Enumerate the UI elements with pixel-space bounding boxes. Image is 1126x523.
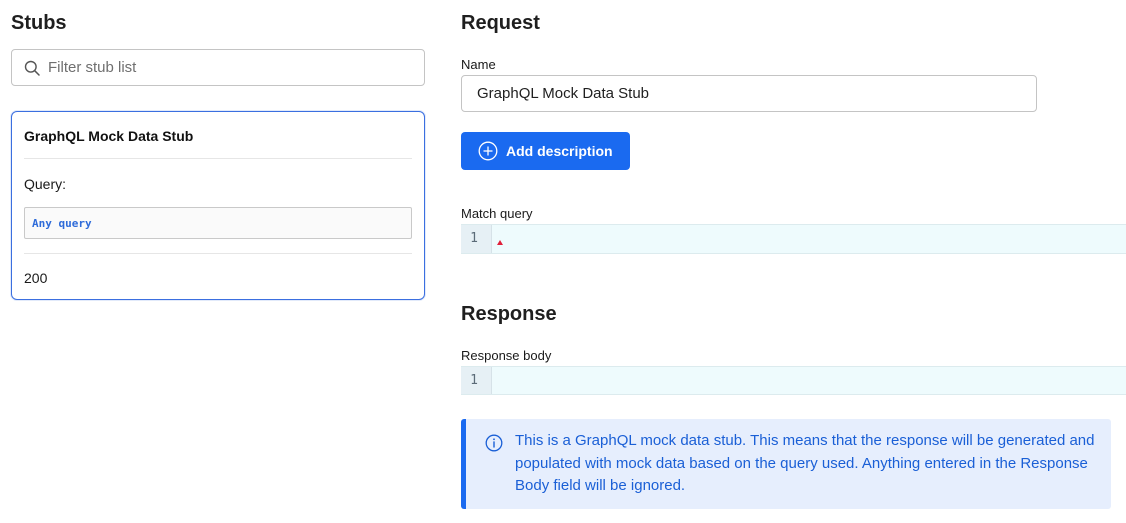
name-input[interactable]: [461, 75, 1037, 112]
stub-editor-panel: Request Name Add description Match query…: [461, 0, 1126, 523]
stub-card[interactable]: GraphQL Mock Data Stub Query: Any query …: [11, 111, 425, 300]
error-marker-icon: [497, 240, 503, 245]
response-body-editor[interactable]: 1: [461, 366, 1126, 395]
line-number-gutter: 1: [461, 225, 492, 253]
line-number: 1: [470, 373, 478, 388]
stub-card-status: 200: [24, 270, 48, 286]
request-title: Request: [461, 12, 540, 34]
stub-card-query-box: Any query: [24, 207, 412, 239]
response-body-label: Response body: [461, 348, 552, 363]
divider: [24, 253, 412, 254]
line-number: 1: [470, 231, 478, 246]
info-icon: [485, 434, 503, 452]
line-number-gutter: 1: [461, 367, 492, 394]
add-description-button[interactable]: Add description: [461, 132, 630, 170]
response-title: Response: [461, 303, 557, 325]
plus-circle-icon: [478, 141, 498, 161]
stubs-title: Stubs: [11, 12, 67, 34]
stub-card-query-value: Any query: [32, 217, 92, 230]
stub-card-query-label: Query:: [24, 176, 67, 192]
filter-stub-field[interactable]: [11, 49, 425, 86]
search-icon: [24, 60, 40, 76]
match-query-label: Match query: [461, 206, 533, 221]
info-callout: This is a GraphQL mock data stub. This m…: [461, 419, 1111, 509]
add-description-label: Add description: [506, 143, 613, 159]
stub-card-title: GraphQL Mock Data Stub: [24, 128, 194, 144]
info-text: This is a GraphQL mock data stub. This m…: [515, 432, 1095, 494]
match-query-editor[interactable]: 1: [461, 224, 1126, 254]
divider: [24, 158, 412, 159]
filter-stub-input[interactable]: [48, 50, 418, 85]
name-label: Name: [461, 57, 496, 72]
